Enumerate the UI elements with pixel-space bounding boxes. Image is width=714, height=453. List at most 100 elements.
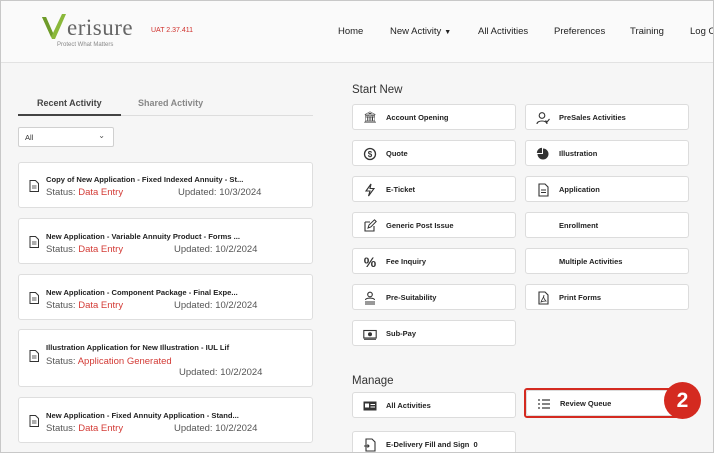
pie-chart-icon: [536, 147, 549, 160]
illustration-button[interactable]: Illustration: [525, 140, 689, 166]
actions-panel: Start New 🏛 Account Opening PreSales Act…: [330, 64, 713, 452]
document-icon: [538, 183, 549, 197]
activity-title: New Application - Fixed Annuity Applicat…: [46, 411, 239, 420]
enrollment-button[interactable]: Enrollment: [525, 212, 689, 238]
activity-card[interactable]: Copy of New Application - Fixed Indexed …: [18, 162, 313, 208]
e-delivery-text: E-Delivery Fill and Sign: [386, 440, 470, 449]
all-activities-button[interactable]: All Activities: [352, 392, 516, 418]
bank-icon: 🏛: [363, 112, 377, 124]
print-forms-button[interactable]: Print Forms: [525, 284, 689, 310]
activity-title: New Application - Variable Annuity Produ…: [46, 232, 240, 241]
manage-heading: Manage: [352, 375, 394, 387]
status-value: Data Entry: [78, 300, 124, 311]
pre-suitability-button[interactable]: Pre-Suitability: [352, 284, 516, 310]
document-icon: [29, 350, 39, 362]
activity-status: Status: Application Generated: [46, 356, 172, 367]
application-label: Application: [559, 185, 600, 194]
activity-updated: Updated: 10/3/2024: [178, 187, 262, 198]
logo-tagline: Protect What Matters: [57, 42, 114, 48]
logo-wordmark: erisure: [67, 15, 134, 40]
activity-card[interactable]: New Application - Fixed Annuity Applicat…: [18, 397, 313, 443]
pdf-icon: [538, 291, 549, 305]
percent-icon: %: [363, 254, 377, 270]
e-ticket-button[interactable]: E-Ticket: [352, 176, 516, 202]
status-value: Data Entry: [78, 187, 124, 198]
activity-updated: Updated: 10/2/2024: [179, 367, 263, 378]
tab-recent-activity[interactable]: Recent Activity: [37, 98, 102, 108]
filter-selected-value: All: [25, 133, 34, 142]
all-activities-label: All Activities: [386, 401, 431, 410]
activity-card[interactable]: Illustration Application for New Illustr…: [18, 329, 313, 387]
e-delivery-label: E-Delivery Fill and Sign 0: [386, 440, 478, 449]
sub-pay-button[interactable]: Sub-Pay: [352, 320, 516, 346]
version-label: UAT 2.37.411: [151, 27, 194, 34]
nav-home[interactable]: Home: [338, 26, 363, 37]
activity-card[interactable]: New Application - Variable Annuity Produ…: [18, 218, 313, 264]
presales-activities-button[interactable]: PreSales Activities: [525, 104, 689, 130]
generic-post-issue-label: Generic Post Issue: [386, 221, 454, 230]
nav-training[interactable]: Training: [630, 26, 664, 37]
activity-tabs: Recent Activity Shared Activity: [18, 92, 313, 116]
callout-number-badge: 2: [664, 382, 701, 419]
id-card-icon: [363, 401, 377, 411]
status-prefix: Status:: [46, 356, 76, 367]
document-icon: [29, 292, 39, 304]
activity-filter-select[interactable]: All ⌄: [18, 127, 114, 147]
verisure-v-logo-icon: [42, 14, 66, 39]
svg-text:$: $: [368, 150, 373, 159]
generic-post-issue-button[interactable]: Generic Post Issue: [352, 212, 516, 238]
document-sign-icon: [364, 438, 376, 452]
multiple-activities-label: Multiple Activities: [559, 257, 623, 266]
nav-preferences[interactable]: Preferences: [554, 26, 605, 37]
enrollment-label: Enrollment: [559, 221, 599, 230]
print-forms-label: Print Forms: [559, 293, 602, 302]
activity-updated: Updated: 10/2/2024: [174, 244, 258, 255]
start-new-heading: Start New: [352, 84, 403, 96]
cash-icon: [363, 329, 377, 340]
status-prefix: Status:: [46, 187, 76, 198]
chevron-down-icon: ⌄: [98, 131, 105, 140]
activity-updated: Updated: 10/2/2024: [174, 423, 258, 434]
pre-suitability-label: Pre-Suitability: [386, 293, 437, 302]
status-prefix: Status:: [46, 244, 76, 255]
illustration-label: Illustration: [559, 149, 598, 158]
account-opening-button[interactable]: 🏛 Account Opening: [352, 104, 516, 130]
account-opening-label: Account Opening: [386, 113, 449, 122]
nav-log-out[interactable]: Log O: [690, 26, 713, 37]
person-scale-icon: [364, 291, 376, 305]
multiple-activities-button[interactable]: Multiple Activities: [525, 248, 689, 274]
quote-label: Quote: [386, 149, 408, 158]
activity-card[interactable]: New Application - Component Package - Fi…: [18, 274, 313, 320]
tab-shared-activity[interactable]: Shared Activity: [138, 98, 203, 108]
fee-inquiry-button[interactable]: % Fee Inquiry: [352, 248, 516, 274]
caret-down-icon: ▼: [444, 29, 452, 36]
document-icon: [29, 415, 39, 427]
e-delivery-fill-and-sign-button[interactable]: E-Delivery Fill and Sign 0: [352, 431, 516, 452]
recent-activity-panel: Recent Activity Shared Activity All ⌄ Co…: [1, 64, 329, 452]
activity-updated: Updated: 10/2/2024: [174, 300, 258, 311]
e-delivery-count: 0: [473, 440, 478, 449]
document-icon: [29, 236, 39, 248]
activity-title: Illustration Application for New Illustr…: [46, 343, 230, 352]
activity-status: Status: Data Entry: [46, 300, 123, 311]
nav-new-activity-label: New Activity: [390, 26, 442, 37]
status-value: Data Entry: [78, 244, 124, 255]
verisure-logo[interactable]: erisure Protect What Matters: [39, 9, 159, 53]
dollar-circle-icon: $: [363, 147, 377, 161]
activity-status: Status: Data Entry: [46, 244, 123, 255]
activity-status: Status: Data Entry: [46, 423, 123, 434]
application-button[interactable]: Application: [525, 176, 689, 202]
header-bar: erisure Protect What Matters UAT 2.37.41…: [1, 1, 713, 63]
sub-pay-label: Sub-Pay: [386, 329, 417, 338]
nav-new-activity[interactable]: New Activity ▼: [390, 26, 451, 37]
nav-all-activities[interactable]: All Activities: [478, 26, 528, 37]
presales-activities-label: PreSales Activities: [559, 113, 626, 122]
active-tab-indicator: [18, 114, 121, 116]
app-window: erisure Protect What Matters UAT 2.37.41…: [0, 0, 714, 453]
activity-status: Status: Data Entry: [46, 187, 123, 198]
status-prefix: Status:: [46, 423, 76, 434]
document-icon: [29, 180, 39, 192]
quote-button[interactable]: $ Quote: [352, 140, 516, 166]
user-check-icon: [536, 112, 550, 125]
e-ticket-label: E-Ticket: [386, 185, 416, 194]
